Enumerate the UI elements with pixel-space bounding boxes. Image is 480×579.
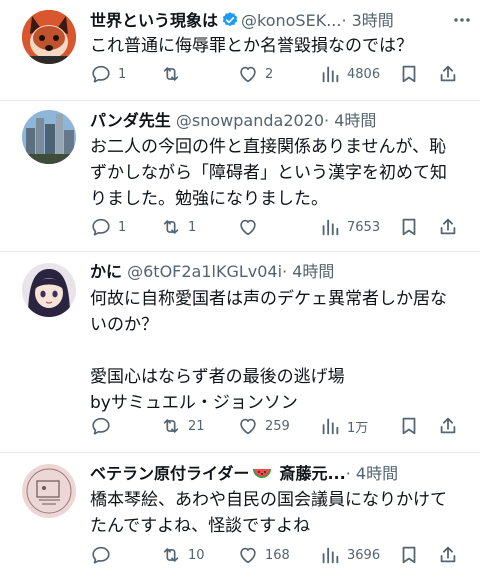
views-button[interactable]: 4806 (319, 62, 380, 86)
tweet-text: これ普通に侮辱罪とか名誉毀損なのでは？ (90, 36, 413, 56)
city-skyline-avatar[interactable] (22, 110, 76, 164)
tweet-actions: 1 1 7653 (90, 215, 470, 239)
repost-button[interactable]: 10 (160, 543, 205, 567)
view-count: 1万 (347, 420, 369, 436)
reply-count: 1 (118, 66, 127, 82)
like-button[interactable] (237, 215, 265, 239)
user-handle[interactable]: @6tOF2a1lKGLv04i (127, 262, 282, 281)
tweet[interactable]: 世界という現象は @konoSEK...· 3時間 これ普通に侮辱罪とか名誉毀損な… (0, 0, 480, 100)
watermelon-emoji-icon (252, 466, 272, 485)
repost-count: 21 (188, 418, 205, 434)
bookmark-icon (402, 417, 416, 435)
tweet-header: 世界という現象は @konoSEK...· 3時間 (90, 10, 474, 32)
reply-button[interactable]: 1 (90, 62, 126, 86)
repost-icon (163, 419, 179, 433)
tweet-text: 橋本琴絵、あわや自民の国会議員になりかけてたんですよね、怪談ですよね (90, 490, 447, 536)
bookmark-button[interactable] (398, 62, 420, 86)
bookmark-button[interactable] (398, 543, 420, 567)
share-button[interactable] (437, 62, 459, 86)
timestamp[interactable]: · 4時間 (282, 262, 334, 281)
share-icon (440, 546, 456, 563)
repost-count: 10 (188, 547, 205, 563)
reply-count: 1 (118, 219, 127, 235)
repost-button[interactable] (160, 62, 188, 86)
views-chart-icon (322, 418, 339, 435)
view-count: 4806 (347, 66, 381, 82)
repost-button[interactable]: 1 (160, 215, 196, 239)
tweet[interactable]: パンダ先生 @snowpanda2020· 4時間 お二人の今回の件と直接関係あ… (0, 101, 480, 251)
repost-icon (163, 67, 179, 81)
share-icon (440, 218, 456, 235)
share-icon (440, 417, 456, 434)
view-count: 3696 (347, 547, 381, 563)
tweet[interactable]: かに @6tOF2a1lKGLv04i· 4時間 何故に自称愛国者は声のデケェ異… (0, 252, 480, 452)
reply-button[interactable] (90, 543, 118, 567)
like-count: 259 (265, 418, 290, 434)
repost-button[interactable]: 21 (160, 414, 205, 438)
reply-button[interactable]: 1 (90, 215, 126, 239)
tweet-actions: 21 259 1万 (90, 414, 470, 438)
tweet-actions: 1 2 4806 (90, 62, 470, 86)
repost-count: 1 (188, 219, 197, 235)
tweet-header: ベテラン原付ライダー 斎藤元...· 4時間 (90, 463, 474, 485)
reply-icon (92, 65, 110, 83)
heart-icon (240, 219, 256, 236)
reply-icon (92, 218, 110, 236)
shiba-dog-avatar[interactable] (22, 10, 76, 64)
more-options-icon[interactable] (452, 10, 472, 30)
share-button[interactable] (437, 414, 459, 438)
user-handle[interactable]: @konoSEK... (241, 11, 341, 30)
views-button[interactable]: 1万 (319, 414, 368, 438)
tweet-header: かに @6tOF2a1lKGLv04i· 4時間 (90, 261, 474, 283)
views-button[interactable]: 3696 (319, 543, 380, 567)
timestamp[interactable]: · 4時間 (324, 111, 376, 130)
bookmark-icon (402, 218, 416, 236)
like-count: 168 (265, 547, 290, 563)
views-button[interactable]: 7653 (319, 215, 380, 239)
tweet-text: 何故に自称愛国者は声のデケェ異常者しか居ないのか？ 愛国心はならず者の最後の逃げ… (90, 289, 447, 413)
tweet-text: お二人の今回の件と直接関係ありませんが、恥ずかしながら「障碍者」という漢字を初め… (90, 137, 447, 209)
bookmark-button[interactable] (398, 215, 420, 239)
timestamp[interactable]: · 3時間 (341, 11, 393, 30)
repost-icon (163, 220, 179, 234)
tweet-header: パンダ先生 @snowpanda2020· 4時間 (90, 110, 474, 132)
tweet[interactable]: ベテラン原付ライダー 斎藤元...· 4時間 橋本琴絵、あわや自民の国会議員にな… (0, 453, 480, 579)
views-chart-icon (322, 219, 339, 236)
bookmark-button[interactable] (398, 414, 420, 438)
share-button[interactable] (437, 215, 459, 239)
user-handle[interactable]: @snowpanda2020 (176, 111, 324, 130)
bookmark-icon (402, 546, 416, 564)
display-name[interactable]: ベテラン原付ライダー (90, 464, 249, 483)
view-count: 7653 (347, 219, 381, 235)
views-chart-icon (322, 66, 339, 83)
display-name[interactable]: 世界という現象は (90, 11, 218, 30)
heart-icon (240, 66, 256, 83)
verified-badge-icon (221, 11, 239, 32)
reply-icon (92, 417, 110, 435)
share-icon (440, 65, 456, 82)
like-button[interactable]: 168 (237, 543, 290, 567)
display-name[interactable]: パンダ先生 (90, 111, 171, 130)
tweet-actions: 10 168 3696 (90, 543, 470, 567)
bookmark-icon (402, 65, 416, 83)
heart-icon (240, 418, 256, 435)
like-button[interactable]: 2 (237, 62, 273, 86)
share-button[interactable] (437, 543, 459, 567)
heart-icon (240, 547, 256, 564)
reply-button[interactable] (90, 414, 118, 438)
sketch-avatar[interactable] (22, 464, 76, 518)
anime-girl-avatar[interactable] (22, 263, 76, 317)
like-button[interactable]: 259 (237, 414, 290, 438)
repost-icon (163, 548, 179, 562)
like-count: 2 (265, 66, 274, 82)
timestamp[interactable]: · 4時間 (346, 464, 398, 483)
views-chart-icon (322, 547, 339, 564)
display-name-suffix[interactable]: 斎藤元... (279, 464, 345, 483)
display-name[interactable]: かに (90, 262, 122, 281)
reply-icon (92, 546, 110, 564)
